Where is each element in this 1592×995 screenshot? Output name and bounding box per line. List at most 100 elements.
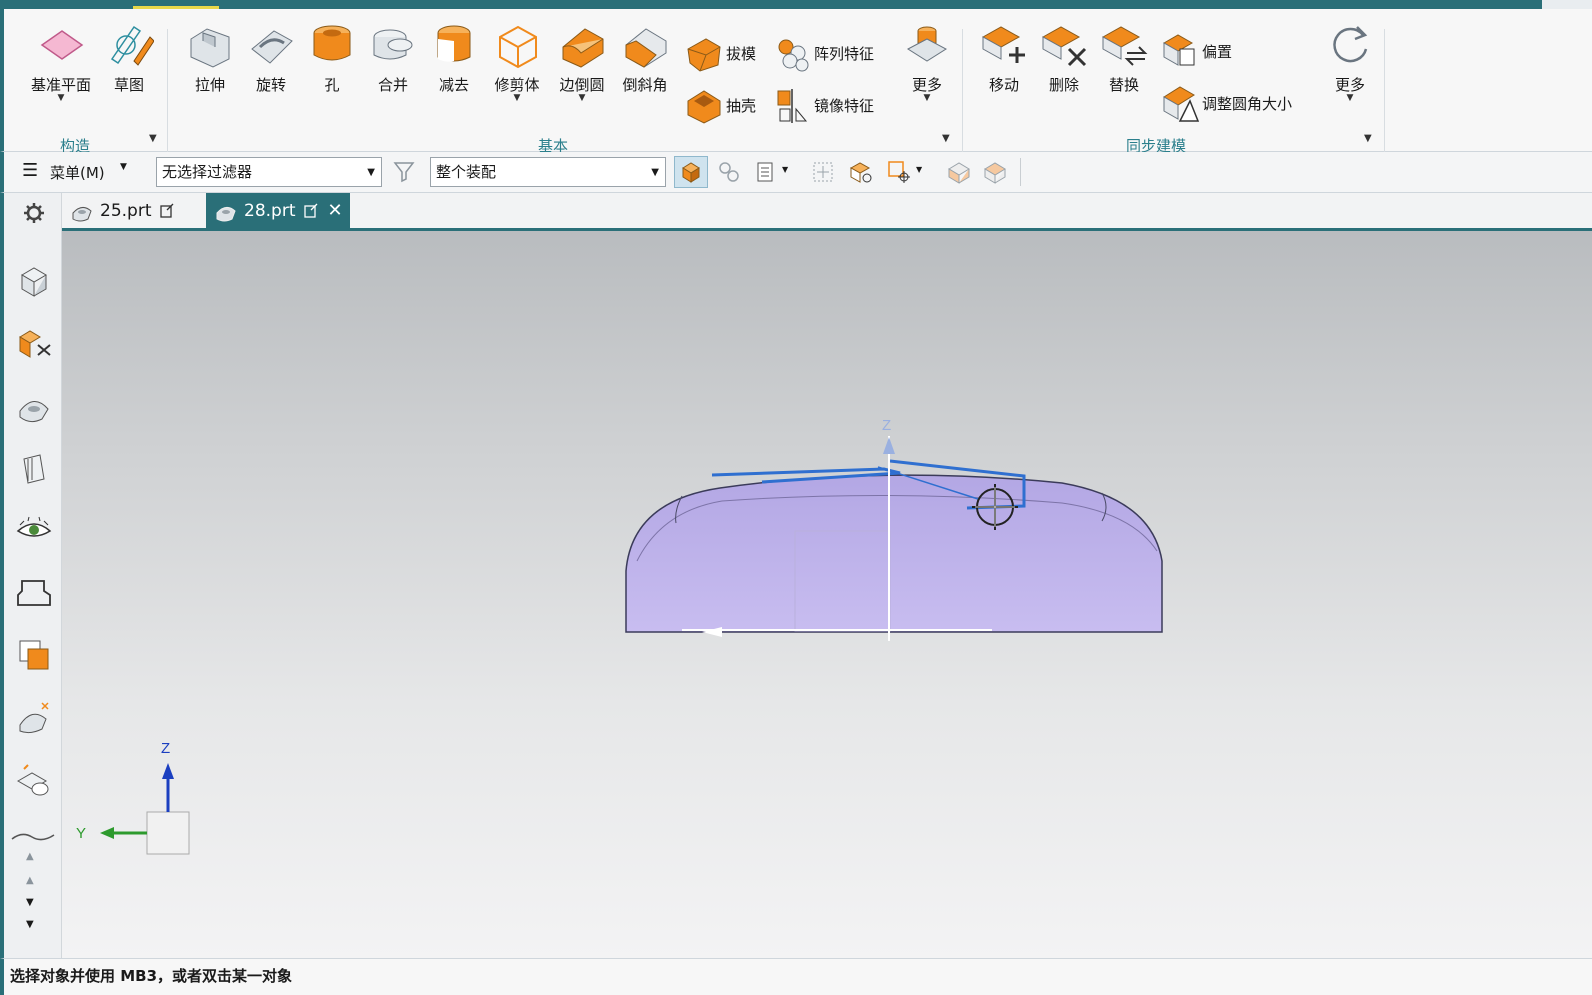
extrude-button[interactable]: 拉伸	[179, 19, 241, 94]
tab-25-prt[interactable]: 25.prt	[62, 193, 204, 228]
resource-bar: ▲ ▲ ▼ ▼	[0, 193, 62, 958]
move-face-button[interactable]: 移动	[973, 19, 1035, 94]
chevron-down-icon[interactable]: ▼	[486, 94, 548, 103]
status-bar: 选择对象并使用 MB3，或者双击某一对象	[0, 958, 1592, 995]
constraint-navigator-icon[interactable]	[14, 387, 54, 427]
ribbon: 基准平面 ▼ 草图 构造 ▼ 拉伸 旋转 孔 合并 减去 修剪体 ▼ 边倒圆 ▼…	[0, 9, 1592, 155]
scroll-up-fast-icon[interactable]: ▲	[26, 851, 34, 862]
part-navigator-icon[interactable]	[14, 261, 54, 301]
hole-button[interactable]: 孔	[301, 19, 363, 94]
hamburger-menu-icon[interactable]: ☰	[22, 160, 38, 181]
selection-filter-dropdown[interactable]: 无选择过滤器 ▼	[156, 157, 382, 187]
shell-button[interactable]: 抽壳	[684, 85, 756, 125]
chevron-down-icon[interactable]: ▼	[26, 94, 96, 103]
sketch-label: 草图	[113, 76, 144, 94]
roles-icon[interactable]	[14, 635, 54, 675]
select-feature-icon[interactable]	[848, 159, 874, 185]
toolbar-divider	[1020, 158, 1021, 186]
eye-icon[interactable]	[14, 511, 54, 551]
selection-filter-value: 无选择过滤器	[162, 163, 253, 181]
resize-blend-button[interactable]: 调整圆角大小	[1160, 83, 1292, 123]
triad-z-label: Z	[161, 740, 170, 757]
chevron-down-icon[interactable]: ▼	[651, 159, 659, 187]
assembly-scope-dropdown[interactable]: 整个装配 ▼	[430, 157, 666, 187]
mirror-feature-button[interactable]: 镜像特征	[772, 85, 874, 125]
chevron-down-icon[interactable]: ▼	[896, 94, 958, 103]
construct-group-chevron-icon[interactable]: ▼	[149, 133, 157, 144]
window-button-area[interactable]	[1542, 0, 1592, 9]
selection-scope-icon[interactable]	[754, 159, 780, 185]
basic-more-button[interactable]: 更多 ▼	[896, 19, 958, 103]
basic-group-chevron-icon[interactable]: ▼	[942, 133, 950, 144]
scroll-down-icon[interactable]: ▼	[26, 897, 34, 908]
pattern-feature-icon	[778, 39, 809, 72]
group-divider	[962, 29, 963, 154]
datum-plane-button[interactable]: 基准平面 ▼	[26, 19, 96, 103]
resize-blend-icon	[1163, 86, 1200, 122]
status-prompt: 选择对象并使用 MB3，或者双击某一对象	[10, 967, 293, 985]
chevron-down-icon[interactable]: ▼	[782, 165, 788, 174]
part-file-icon	[72, 206, 92, 221]
pattern-feature-label: 阵列特征	[814, 44, 875, 63]
pattern-feature-button[interactable]: 阵列特征	[772, 33, 874, 73]
model-canvas[interactable]: Z Z Y	[62, 231, 1592, 958]
draft-button[interactable]: 拔模	[684, 33, 756, 73]
delete-face-icon	[1041, 26, 1087, 67]
revolve-icon	[251, 30, 293, 64]
basic-more-label: 更多	[911, 76, 942, 94]
graphics-window[interactable]: Z Z Y	[62, 231, 1592, 958]
sketch-button[interactable]: 草图	[98, 19, 160, 94]
snap-point-icon[interactable]	[810, 159, 836, 185]
subtract-button[interactable]: 减去	[423, 19, 485, 94]
menu-chevron-icon[interactable]: ▼	[120, 162, 127, 172]
reuse-library-icon[interactable]	[14, 449, 54, 489]
selection-toolbar: ☰ 菜单(M) ▼ 无选择过滤器 ▼ 整个装配 ▼ ▼ ▼	[0, 152, 1592, 193]
close-tab-icon[interactable]: ✕	[327, 200, 342, 221]
offset-region-label: 偏置	[1202, 42, 1233, 61]
chevron-down-icon[interactable]: ▼	[916, 165, 922, 174]
replace-face-button[interactable]: 替换	[1093, 19, 1155, 94]
history-icon[interactable]	[14, 699, 54, 739]
filter-reset-icon[interactable]	[392, 159, 418, 185]
chamfer-button[interactable]: 倒斜角	[614, 19, 676, 94]
edge-blend-button[interactable]: 边倒圆 ▼	[551, 19, 613, 103]
chamfer-icon	[625, 28, 667, 68]
menu-button[interactable]: 菜单(M)	[50, 162, 105, 183]
select-body-toggle[interactable]	[674, 156, 708, 188]
solid-body[interactable]	[625, 474, 1163, 633]
gear-icon[interactable]	[14, 193, 54, 233]
sync-more-button[interactable]: 更多 ▼	[1319, 19, 1381, 103]
title-strip	[0, 0, 1592, 9]
chevron-down-icon[interactable]: ▼	[367, 159, 375, 187]
scroll-up-icon[interactable]: ▲	[26, 875, 34, 886]
assembly-navigator-icon[interactable]	[14, 325, 54, 365]
triad-y-label: Y	[76, 825, 86, 842]
move-face-icon	[981, 26, 1025, 63]
scroll-down-fast-icon[interactable]: ▼	[26, 919, 34, 930]
select-component-icon[interactable]	[716, 159, 742, 185]
process-studio-icon[interactable]	[14, 763, 54, 803]
delete-face-button[interactable]: 删除	[1033, 19, 1095, 94]
point-on-face-icon[interactable]	[886, 159, 912, 185]
show-body-icon[interactable]	[982, 159, 1008, 185]
chevron-down-icon[interactable]: ▼	[551, 94, 613, 103]
unite-icon	[373, 29, 413, 60]
offset-region-button[interactable]: 偏置	[1160, 31, 1232, 71]
shell-label: 抽壳	[726, 96, 757, 115]
replace-face-icon	[1101, 26, 1148, 66]
edge-blend-icon	[562, 28, 604, 68]
view-triad: Z Y	[76, 740, 190, 855]
chevron-down-icon[interactable]: ▼	[1319, 94, 1381, 103]
resize-blend-label: 调整圆角大小	[1202, 94, 1293, 113]
subtract-label: 减去	[438, 76, 469, 94]
unite-button[interactable]: 合并	[362, 19, 424, 94]
revolve-label: 旋转	[255, 76, 286, 94]
refresh-icon	[1333, 26, 1368, 63]
trim-body-button[interactable]: 修剪体 ▼	[486, 19, 548, 103]
tab-28-prt[interactable]: 28.prt ✕	[206, 193, 350, 228]
revolve-button[interactable]: 旋转	[240, 19, 302, 94]
hole-icon	[313, 25, 351, 61]
sync-group-chevron-icon[interactable]: ▼	[1364, 133, 1372, 144]
drafting-view-icon[interactable]	[14, 573, 54, 613]
hide-body-icon[interactable]	[946, 159, 972, 185]
